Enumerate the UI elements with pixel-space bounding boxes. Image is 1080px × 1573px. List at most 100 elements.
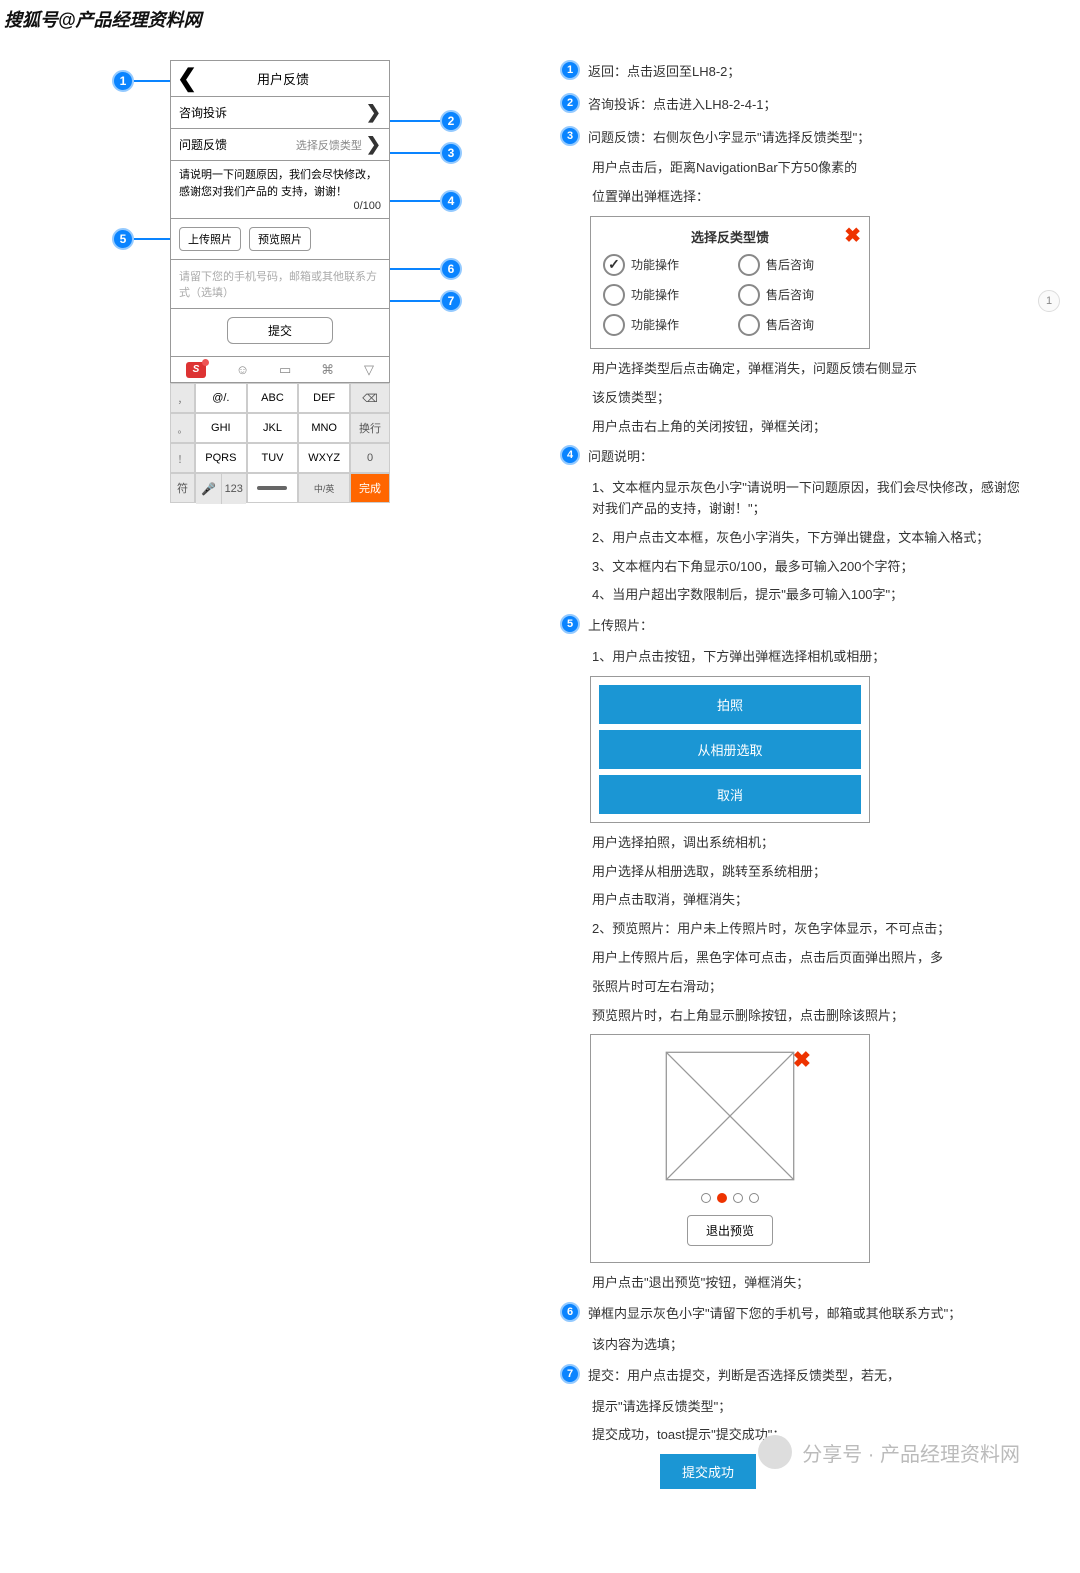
callout-6: 6 — [440, 258, 462, 280]
radio-label: 功能操作 — [631, 286, 679, 303]
row-hint: 选择反馈类型 — [296, 137, 362, 153]
radio-option[interactable]: 售后咨询 — [738, 314, 857, 336]
key[interactable]: PQRS — [195, 443, 247, 473]
footer-watermark-text: 分享号 · 产品经理资料网 — [802, 1438, 1020, 1467]
consult-complaint-row[interactable]: 咨询投诉 ❯ — [170, 96, 390, 128]
radio-option[interactable]: 售后咨询 — [738, 284, 857, 306]
radio-option[interactable]: 功能操作 — [603, 284, 722, 306]
key[interactable]: 。 — [170, 413, 195, 443]
close-icon[interactable]: ✖ — [844, 223, 861, 248]
annotation-text: 该反馈类型； — [592, 388, 1030, 409]
exit-preview-button[interactable]: 退出预览 — [687, 1215, 773, 1246]
annotation-text: 提交：用户点击提交，判断是否选择反馈类型，若无， — [588, 1364, 900, 1387]
collapse-icon[interactable]: ▽ — [364, 362, 374, 378]
radio-option[interactable]: 功能操作 — [603, 254, 722, 276]
footer-watermark: 分享号 · 产品经理资料网 — [758, 1435, 1020, 1469]
symbol-key[interactable]: 符 — [170, 473, 195, 503]
key[interactable]: 0 — [350, 443, 390, 473]
radio-icon — [603, 284, 625, 306]
radio-label: 售后咨询 — [766, 316, 814, 333]
key[interactable]: GHI — [195, 413, 247, 443]
clover-icon[interactable]: ⌘ — [321, 362, 334, 378]
callout-7: 7 — [440, 290, 462, 312]
radio-icon — [738, 254, 760, 276]
submit-button[interactable]: 提交 — [227, 317, 333, 344]
description-textarea[interactable]: 请说明一下问题原因，我们会尽快修改，感谢您对我们产品的 支持，谢谢！ 0/100 — [170, 160, 390, 218]
mockup-column: 1 2 3 4 5 6 7 ❮ 用户反馈 咨询投诉 ❯ 问题反馈 选择 — [40, 60, 460, 1489]
popup-title: 选择反类型馈 — [603, 227, 857, 246]
callout-3: 3 — [440, 142, 462, 164]
radio-checked-icon — [603, 254, 625, 276]
annotation-1: 1 返回：点击返回至LH8-2； — [560, 60, 1030, 83]
callout-line — [390, 120, 440, 122]
dot-icon[interactable] — [749, 1193, 759, 1203]
watermark-avatar-icon — [758, 1435, 792, 1469]
annotation-text: 提示"请选择反馈类型"； — [592, 1397, 1030, 1418]
lang-key[interactable]: 中/英 — [298, 473, 350, 503]
dot-icon[interactable] — [733, 1193, 743, 1203]
callout-line — [134, 238, 174, 240]
dot-active-icon[interactable] — [717, 1193, 727, 1203]
sogou-ime-icon[interactable]: S — [186, 362, 206, 378]
done-key[interactable]: 完成 — [350, 473, 390, 503]
annotations-column: 1 返回：点击返回至LH8-2； 2 咨询投诉：点击进入LH8-2-4-1； 3… — [560, 60, 1030, 1489]
key[interactable]: ！ — [170, 443, 195, 473]
row-label: 问题反馈 — [179, 136, 227, 153]
key[interactable]: MNO — [298, 413, 350, 443]
key[interactable]: TUV — [247, 443, 299, 473]
annotation-text: 弹框内显示灰色小字"请留下您的手机号，邮箱或其他联系方式"； — [588, 1302, 961, 1325]
annotation-text: 返回：点击返回至LH8-2； — [588, 60, 740, 83]
annotation-text: 2、预览照片：用户未上传照片时，灰色字体显示，不可点击； — [592, 919, 1030, 940]
key[interactable]: ABC — [247, 383, 299, 413]
preview-photo-button[interactable]: 预览照片 — [249, 227, 311, 251]
callout-1: 1 — [112, 70, 134, 92]
key[interactable]: WXYZ — [298, 443, 350, 473]
album-button[interactable]: 从相册选取 — [599, 730, 861, 769]
annotation-text: 该内容为选填； — [592, 1335, 1030, 1356]
123-key[interactable]: 123 — [221, 474, 246, 504]
card-icon[interactable]: ▭ — [279, 362, 291, 378]
key[interactable]: ， — [170, 383, 195, 413]
callout-line — [390, 200, 440, 202]
annotation-number: 5 — [560, 614, 580, 634]
annotation-text: 3、文本框内右下角显示0/100，最多可输入200个字符； — [592, 557, 1030, 578]
delete-icon[interactable]: ✖ — [793, 1047, 811, 1073]
backspace-key[interactable]: ⌫ — [350, 383, 390, 413]
dot-icon[interactable] — [701, 1193, 711, 1203]
back-icon[interactable]: ❮ — [177, 67, 197, 91]
radio-option[interactable]: 售后咨询 — [738, 254, 857, 276]
feedback-type-row[interactable]: 问题反馈 选择反馈类型 ❯ — [170, 128, 390, 160]
photo-action-sheet: 拍照 从相册选取 取消 — [590, 676, 870, 823]
nav-bar: ❮ 用户反馈 — [170, 60, 390, 96]
success-toast: 提交成功 — [660, 1454, 756, 1489]
key[interactable]: JKL — [247, 413, 299, 443]
key[interactable]: @/. — [195, 383, 247, 413]
callout-line — [390, 268, 440, 270]
key-group: 🎤 123 — [195, 473, 247, 503]
annotation-text: 用户选择类型后点击确定，弹框消失，问题反馈右侧显示 — [592, 359, 1030, 380]
radio-icon — [603, 314, 625, 336]
cancel-button[interactable]: 取消 — [599, 775, 861, 814]
upload-photo-button[interactable]: 上传照片 — [179, 227, 241, 251]
contact-input[interactable]: 请留下您的手机号码，邮箱或其他联系方式（选填） — [170, 259, 390, 308]
camera-button[interactable]: 拍照 — [599, 685, 861, 724]
callout-5: 5 — [112, 228, 134, 250]
annotation-text: 上传照片： — [588, 614, 653, 637]
annotation-6: 6 弹框内显示灰色小字"请留下您的手机号，邮箱或其他联系方式"； — [560, 1302, 1030, 1325]
key[interactable]: DEF — [298, 383, 350, 413]
keyboard-toolbar: S ☺ ▭ ⌘ ▽ — [170, 357, 390, 383]
space-key[interactable] — [247, 473, 299, 503]
radio-option[interactable]: 功能操作 — [603, 314, 722, 336]
annotation-text: 用户上传照片后，黑色字体可点击，点击后页面弹出照片，多 — [592, 948, 1030, 969]
annotation-number: 4 — [560, 445, 580, 465]
annotation-2: 2 咨询投诉：点击进入LH8-2-4-1； — [560, 93, 1030, 116]
submit-row: 提交 — [170, 308, 390, 357]
emoji-icon[interactable]: ☺ — [236, 362, 249, 377]
annotation-5: 5 上传照片： — [560, 614, 1030, 637]
image-placeholder — [665, 1051, 795, 1181]
newline-key[interactable]: 换行 — [350, 413, 390, 443]
mic-key[interactable]: 🎤 — [196, 474, 221, 504]
annotation-number: 6 — [560, 1302, 580, 1322]
annotation-text: 用户选择拍照，调出系统相机； — [592, 833, 1030, 854]
annotation-text: 张照片时可左右滑动； — [592, 977, 1030, 998]
